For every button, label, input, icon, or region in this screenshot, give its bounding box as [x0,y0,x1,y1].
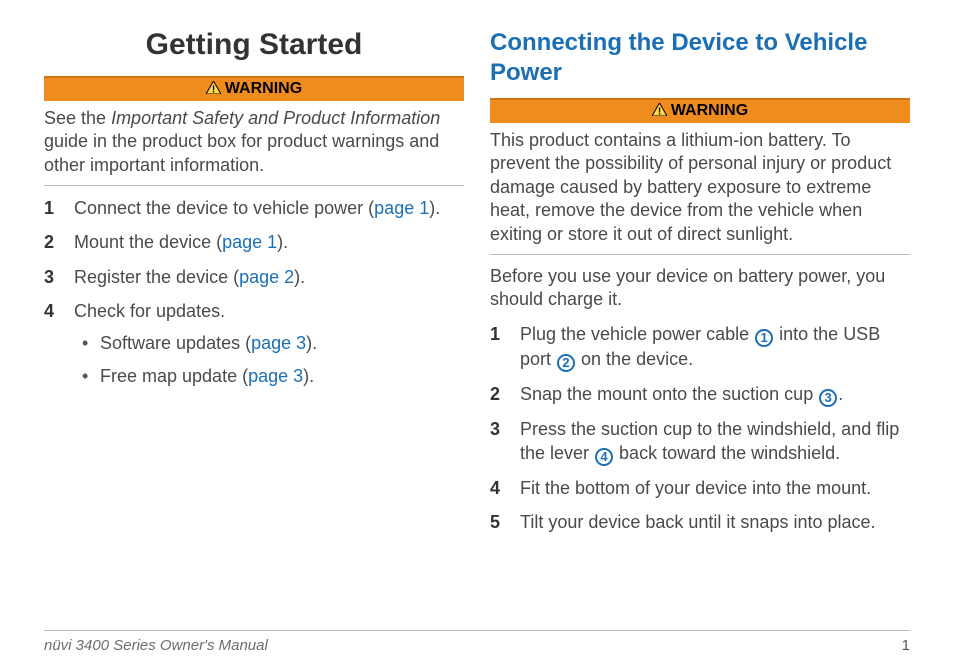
warning-banner-left: ! WARNING [44,76,464,101]
sub-item-map: Free map update (page 3). [78,364,464,388]
step-number: 4 [490,476,500,500]
right-column: Connecting the Device to Vehicle Power !… [490,28,910,622]
sub-list: Software updates (page 3). Free map upda… [78,331,464,388]
sub-item-software: Software updates (page 3). [78,331,464,355]
step-number: 2 [44,230,54,254]
warning-text-left: See the Important Safety and Product Inf… [44,101,464,186]
step-number: 1 [44,196,54,220]
sub-text: Free map update ( [100,366,248,386]
step-text: . [838,384,843,404]
step-number: 5 [490,510,500,534]
step-number: 3 [490,417,500,441]
warning-pre: See the [44,108,111,128]
step-text-post: ). [429,198,440,218]
page-link[interactable]: page 1 [222,232,277,252]
left-column: Getting Started ! WARNING See the Import… [44,28,464,622]
step-text: Check for updates. [74,301,225,321]
step-text: Register the device ( [74,267,239,287]
step-text: Fit the bottom of your device into the m… [520,478,871,498]
step-3: 3 Register the device (page 2). [44,265,464,289]
page-number: 1 [902,637,910,654]
step-text: back toward the windshield. [614,443,840,463]
step-text-post: ). [277,232,288,252]
step-2: 2 Mount the device (page 1). [44,230,464,254]
sub-text-post: ). [306,333,317,353]
cstep-3: 3 Press the suction cup to the windshiel… [490,417,910,466]
page: Getting Started ! WARNING See the Import… [0,0,954,672]
getting-started-steps: 1 Connect the device to vehicle power (p… [44,196,464,388]
section-heading: Connecting the Device to Vehicle Power [490,28,910,88]
step-number: 2 [490,382,500,406]
page-title: Getting Started [44,28,464,62]
callout-icon: 1 [755,329,773,347]
cstep-2: 2 Snap the mount onto the suction cup 3. [490,382,910,407]
intro-paragraph: Before you use your device on battery po… [490,265,910,312]
footer: nüvi 3400 Series Owner's Manual 1 [44,630,910,654]
step-text-post: ). [294,267,305,287]
step-number: 1 [490,322,500,346]
step-text: Mount the device ( [74,232,222,252]
warning-em: Important Safety and Product Information [111,108,440,128]
svg-text:!: ! [212,85,215,95]
callout-icon: 2 [557,354,575,372]
page-link[interactable]: page 1 [374,198,429,218]
warning-label: WARNING [225,80,302,97]
warning-banner-right: ! WARNING [490,98,910,123]
step-text: Connect the device to vehicle power ( [74,198,374,218]
callout-icon: 3 [819,389,837,407]
cstep-4: 4 Fit the bottom of your device into the… [490,476,910,500]
callout-icon: 4 [595,448,613,466]
warning-label: WARNING [671,102,748,119]
footer-text: nüvi 3400 Series Owner's Manual [44,637,268,654]
step-text: on the device. [576,349,693,369]
connect-steps: 1 Plug the vehicle power cable 1 into th… [490,322,910,535]
step-4: 4 Check for updates. Software updates (p… [44,299,464,388]
step-text: Tilt your device back until it snaps int… [520,512,876,532]
step-1: 1 Connect the device to vehicle power (p… [44,196,464,220]
page-link[interactable]: page 3 [251,333,306,353]
warning-triangle-icon: ! [206,81,221,94]
cstep-5: 5 Tilt your device back until it snaps i… [490,510,910,534]
svg-text:!: ! [658,107,661,117]
cstep-1: 1 Plug the vehicle power cable 1 into th… [490,322,910,372]
warning-triangle-icon: ! [652,103,667,116]
warning-post: guide in the product box for product war… [44,131,439,174]
page-link[interactable]: page 2 [239,267,294,287]
step-text: Snap the mount onto the suction cup [520,384,818,404]
step-number: 4 [44,299,54,323]
step-text: Plug the vehicle power cable [520,324,754,344]
sub-text-post: ). [303,366,314,386]
sub-text: Software updates ( [100,333,251,353]
columns: Getting Started ! WARNING See the Import… [44,28,910,622]
warning-text-right: This product contains a lithium-ion batt… [490,123,910,255]
page-link[interactable]: page 3 [248,366,303,386]
step-number: 3 [44,265,54,289]
